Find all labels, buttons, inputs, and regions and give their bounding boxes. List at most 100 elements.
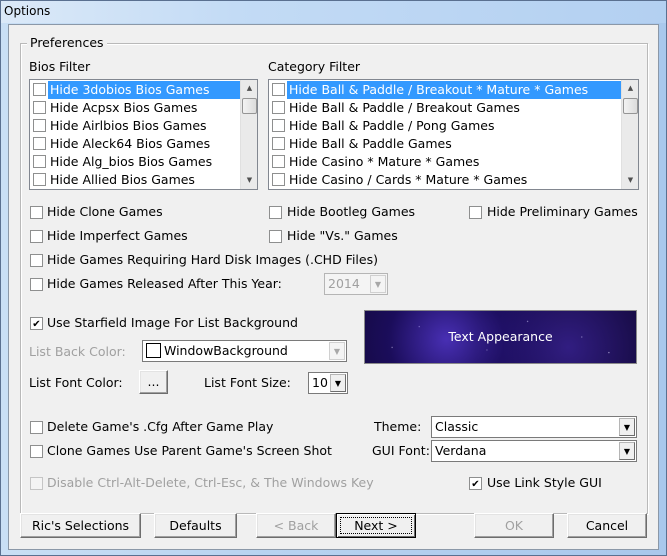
hide-imperfect-label[interactable]: Hide Imperfect Games xyxy=(47,228,188,243)
link-style-gui-label[interactable]: Use Link Style GUI xyxy=(487,475,602,490)
list-back-color-label: List Back Color: xyxy=(29,344,126,359)
list-item-label: Hide Aleck64 Bios Games xyxy=(50,136,211,151)
list-item[interactable]: Hide Allied Bios Games xyxy=(31,171,240,189)
hide-bootleg-checkbox[interactable] xyxy=(269,206,282,219)
list-font-color-label: List Font Color: xyxy=(29,375,123,390)
rics-selections-button[interactable]: Ric's Selections xyxy=(20,513,141,538)
scroll-down-arrow-icon[interactable]: ▼ xyxy=(622,172,638,189)
list-item-checkbox[interactable] xyxy=(272,83,285,96)
list-item[interactable]: Hide Casino * Mature * Games xyxy=(270,153,621,171)
hide-after-year-checkbox[interactable] xyxy=(30,278,43,291)
list-item-label: Hide Airlbios Bios Games xyxy=(50,118,207,133)
bios-filter-list[interactable]: Hide 3dobios Bios Games Hide Acpsx Bios G… xyxy=(29,79,258,190)
disable-keys-checkbox xyxy=(30,477,43,490)
hide-chd-label[interactable]: Hide Games Requiring Hard Disk Images (.… xyxy=(47,252,378,267)
scroll-up-arrow-icon[interactable]: ▲ xyxy=(622,80,638,97)
chevron-down-icon[interactable]: ▼ xyxy=(370,275,386,293)
bios-filter-label: Bios Filter xyxy=(29,59,91,74)
scroll-down-arrow-icon[interactable]: ▼ xyxy=(241,172,257,189)
gui-font-combo[interactable]: Verdana ▼ xyxy=(431,440,637,462)
list-item-checkbox[interactable] xyxy=(33,155,46,168)
clone-parent-shot-label[interactable]: Clone Games Use Parent Game's Screen Sho… xyxy=(47,443,332,458)
list-item-label: Hide Casino * Mature * Games xyxy=(289,154,480,169)
list-item[interactable]: Hide Airlbios Bios Games xyxy=(31,117,240,135)
list-item[interactable]: Hide Ball & Paddle Games xyxy=(270,135,621,153)
hide-vs-checkbox[interactable] xyxy=(269,230,282,243)
list-item-checkbox[interactable] xyxy=(272,119,285,132)
list-back-color-combo[interactable]: WindowBackground ▼ xyxy=(142,340,347,362)
next-button[interactable]: Next > xyxy=(336,513,416,538)
list-item[interactable]: Hide Ball & Paddle / Breakout Games xyxy=(270,99,621,117)
list-item[interactable]: Hide Aleck64 Bios Games xyxy=(31,135,240,153)
hide-preliminary-checkbox[interactable] xyxy=(469,206,482,219)
theme-combo[interactable]: Classic ▼ xyxy=(431,416,637,438)
list-item-label: Hide Ball & Paddle / Breakout * Mature *… xyxy=(287,81,621,99)
gui-font-label: GUI Font: xyxy=(372,443,430,458)
title-bar[interactable]: Options xyxy=(1,1,666,23)
back-button: < Back xyxy=(256,513,336,538)
list-item[interactable]: Hide Ball & Paddle / Breakout * Mature *… xyxy=(270,81,621,99)
list-back-color-value: WindowBackground xyxy=(164,343,288,358)
focus-rect xyxy=(340,517,412,534)
hide-preliminary-label[interactable]: Hide Preliminary Games xyxy=(487,204,638,219)
list-item-label: Hide Acpsx Bios Games xyxy=(50,100,198,115)
list-item-checkbox[interactable] xyxy=(33,83,46,96)
delete-cfg-label[interactable]: Delete Game's .Cfg After Game Play xyxy=(47,419,273,434)
list-item-checkbox[interactable] xyxy=(33,119,46,132)
list-font-size-value: 10 xyxy=(312,375,328,390)
defaults-button[interactable]: Defaults xyxy=(154,513,237,538)
list-item-checkbox[interactable] xyxy=(272,137,285,150)
cancel-button[interactable]: Cancel xyxy=(567,513,647,538)
list-item[interactable]: Hide Acpsx Bios Games xyxy=(31,99,240,117)
hide-bootleg-label[interactable]: Hide Bootleg Games xyxy=(287,204,415,219)
category-filter-scrollbar[interactable]: ▲ ▼ xyxy=(621,80,638,189)
category-filter-list[interactable]: Hide Ball & Paddle / Breakout * Mature *… xyxy=(268,79,639,190)
list-item-label: Hide Ball & Paddle Games xyxy=(289,136,452,151)
scroll-thumb[interactable] xyxy=(242,98,257,114)
list-item-checkbox[interactable] xyxy=(33,101,46,114)
hide-clone-label[interactable]: Hide Clone Games xyxy=(47,204,163,219)
list-font-color-button[interactable]: ... xyxy=(139,370,168,394)
list-item[interactable]: Hide Casino / Cards * Mature * Games xyxy=(270,171,621,189)
hide-imperfect-checkbox[interactable] xyxy=(30,230,43,243)
list-item-checkbox[interactable] xyxy=(33,173,46,186)
chevron-down-icon[interactable]: ▼ xyxy=(329,342,345,360)
list-item[interactable]: Hide Ball & Paddle / Pong Games xyxy=(270,117,621,135)
clone-parent-shot-checkbox[interactable] xyxy=(30,445,43,458)
hide-after-year-label[interactable]: Hide Games Released After This Year: xyxy=(47,276,282,291)
use-starfield-checkbox[interactable] xyxy=(30,317,43,330)
list-item-checkbox[interactable] xyxy=(272,101,285,114)
year-combo[interactable]: 2014 ▼ xyxy=(324,273,388,295)
hide-chd-checkbox[interactable] xyxy=(30,254,43,267)
text-appearance-preview[interactable]: Text Appearance xyxy=(364,310,637,364)
list-font-size-label: List Font Size: xyxy=(204,375,291,390)
chevron-down-icon[interactable]: ▼ xyxy=(619,442,635,460)
bios-filter-items: Hide 3dobios Bios Games Hide Acpsx Bios G… xyxy=(31,81,240,189)
link-style-gui-checkbox[interactable] xyxy=(469,477,482,490)
list-item-checkbox[interactable] xyxy=(33,137,46,150)
chevron-down-icon[interactable]: ▼ xyxy=(330,374,346,392)
use-starfield-label[interactable]: Use Starfield Image For List Background xyxy=(47,315,298,330)
category-filter-items: Hide Ball & Paddle / Breakout * Mature *… xyxy=(270,81,621,189)
disable-keys-label: Disable Ctrl-Alt-Delete, Ctrl-Esc, & The… xyxy=(47,475,374,490)
year-combo-value: 2014 xyxy=(328,276,360,291)
delete-cfg-checkbox[interactable] xyxy=(30,421,43,434)
scroll-thumb[interactable] xyxy=(623,98,638,114)
list-item[interactable]: Hide 3dobios Bios Games xyxy=(31,81,240,99)
preferences-group-label: Preferences xyxy=(27,35,107,50)
list-item-label: Hide 3dobios Bios Games xyxy=(48,81,240,99)
list-item-label: Hide Alg_bios Bios Games xyxy=(50,154,213,169)
text-appearance-label: Text Appearance xyxy=(448,329,553,344)
ok-button: OK xyxy=(474,513,554,538)
chevron-down-icon[interactable]: ▼ xyxy=(619,418,635,436)
list-item[interactable]: Hide Alg_bios Bios Games xyxy=(31,153,240,171)
list-item-checkbox[interactable] xyxy=(272,173,285,186)
bios-filter-scrollbar[interactable]: ▲ ▼ xyxy=(240,80,257,189)
list-font-size-combo[interactable]: 10 ▼ xyxy=(308,372,348,394)
scroll-up-arrow-icon[interactable]: ▲ xyxy=(241,80,257,97)
back-button-label: < Back xyxy=(273,517,319,533)
theme-value: Classic xyxy=(435,419,479,434)
hide-vs-label[interactable]: Hide "Vs." Games xyxy=(287,228,398,243)
hide-clone-checkbox[interactable] xyxy=(30,206,43,219)
list-item-checkbox[interactable] xyxy=(272,155,285,168)
